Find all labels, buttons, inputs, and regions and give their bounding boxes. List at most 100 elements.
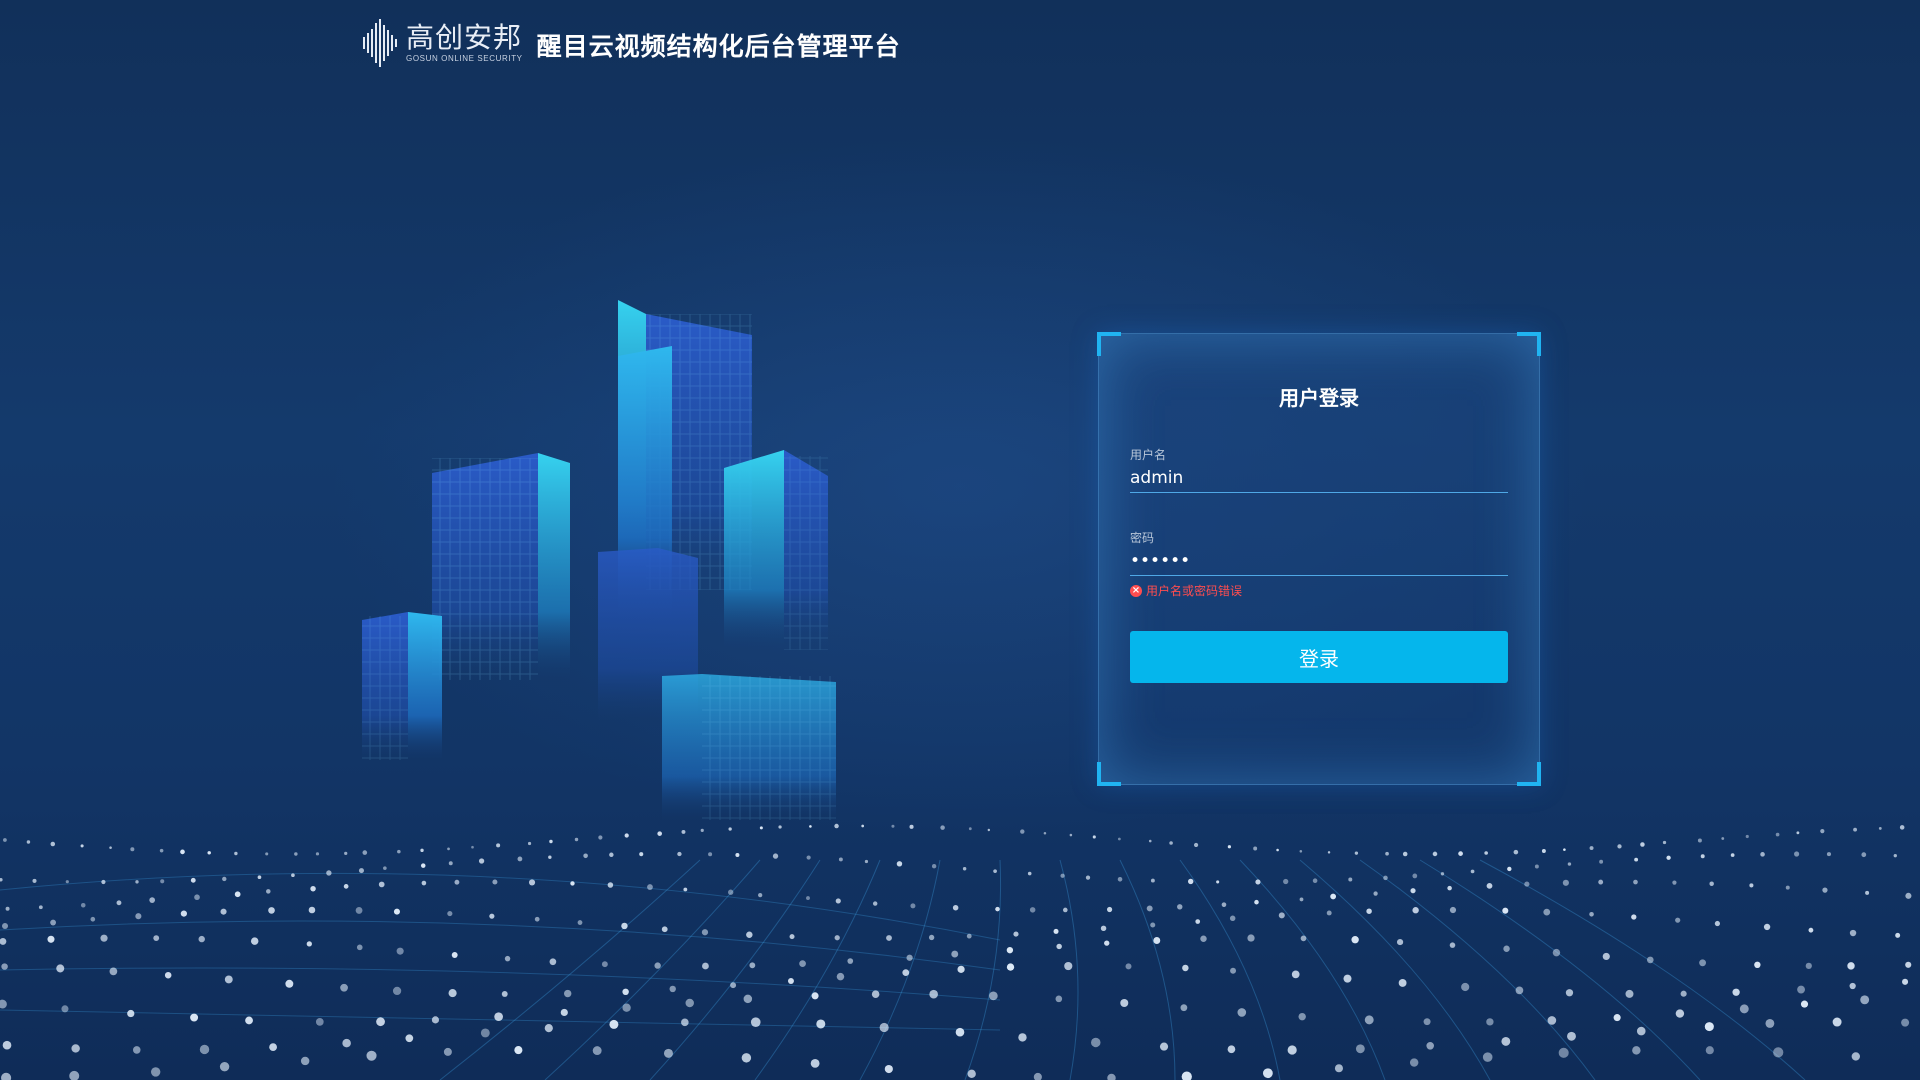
particle-dot [448,861,453,866]
particle-dot [789,934,795,940]
particle-dot [1069,833,1073,837]
particle-dot [1534,864,1539,869]
particle-dot [1543,908,1551,916]
particle-dot [1461,982,1470,992]
particle-dot [1602,952,1610,961]
particle-dot [758,893,763,898]
particle-dot [654,962,661,969]
particle-dot [340,983,348,992]
particle-dot [1617,844,1622,849]
particle-dot [1255,879,1261,885]
particle-dot [910,903,916,909]
particle-dot [799,960,806,967]
particle-dot [1247,934,1255,942]
particle-dot [906,954,913,961]
username-input[interactable] [1130,464,1508,493]
particle-dot [355,906,363,914]
particle-dot [1063,907,1068,913]
particle-dot [0,937,7,945]
particle-dot [879,1022,889,1033]
particle-dot [1033,1072,1042,1080]
particle-dot [1589,846,1594,851]
particle-dot [1449,942,1456,948]
particle-dot [1646,956,1654,964]
particle-dot [967,1069,976,1079]
particle-dot [1794,851,1800,857]
particle-dot [1055,995,1063,1003]
particle-dot [1334,1064,1343,1073]
particle-dot [1482,1052,1493,1062]
particle-dot [872,901,878,906]
particle-dot [708,852,713,857]
particle-dot [1893,853,1897,858]
particle-dot [1085,875,1091,880]
particle-dot [896,861,903,867]
particle-dot [834,823,839,829]
particle-dot [700,828,704,832]
particle-dot [397,849,401,854]
particle-dot [356,944,363,951]
particle-dot [583,853,588,859]
particle-dot [405,1034,414,1043]
particle-dot [1182,964,1189,972]
particle-dot [5,906,10,911]
wave-line [754,859,881,1080]
particle-dot [315,852,320,856]
particle-dot [861,824,865,828]
particle-dot [1351,936,1359,944]
particle-dot [257,875,262,880]
particle-dot [1117,877,1123,882]
particle-dot [1502,907,1509,914]
particle-dot [1027,871,1032,876]
particle-dot [266,889,271,894]
city-buildings-illustration [362,300,836,820]
login-button[interactable]: 登录 [1130,631,1508,683]
particle-dot [806,896,810,901]
particle-dot [549,839,553,844]
login-title: 用户登录 [1279,386,1359,410]
particle-dot [420,863,426,868]
corner-decoration [1097,762,1121,786]
particle-dot [1558,1047,1569,1058]
particle-dot [891,824,895,828]
particle-dot [159,848,164,853]
particle-dot [1565,989,1574,997]
particle-dot [1,1072,12,1080]
particle-dot [787,977,794,984]
particle-dot [1709,881,1714,886]
particle-dot [548,855,552,859]
particle-dot [47,935,55,943]
particle-dot [1385,851,1389,856]
particle-dot [864,859,869,864]
particle-dot [962,866,967,871]
particle-dot [1567,1031,1576,1041]
particle-dot [1745,834,1749,839]
particle-dot [234,891,241,898]
particle-dot [315,1018,324,1026]
particle-dot [928,934,935,941]
particle-dot [1739,1004,1749,1014]
password-input[interactable] [1130,547,1508,576]
particle-dot [448,989,457,998]
wave-line [0,967,1001,1001]
particle-dot [100,934,108,942]
particle-dot [621,922,628,930]
particle-dot [326,870,332,876]
wave-line [859,859,941,1080]
particle-dot [1410,888,1416,894]
particle-dot [1832,1017,1842,1027]
particle-dot [1312,878,1318,883]
password-label: 密码 [1130,531,1155,545]
particle-dot [1721,837,1725,840]
particle-dot [517,856,523,862]
particle-dot [1188,878,1194,885]
particle-dot [940,825,945,830]
corner-decoration [1517,332,1541,356]
particle-dot [701,929,709,936]
particle-dot [1503,945,1510,952]
particle-dot [180,910,187,917]
particle-dot [496,843,501,848]
particle-dot [1484,851,1488,855]
particle-dot [1018,1033,1027,1042]
particle-dot [1193,842,1199,848]
